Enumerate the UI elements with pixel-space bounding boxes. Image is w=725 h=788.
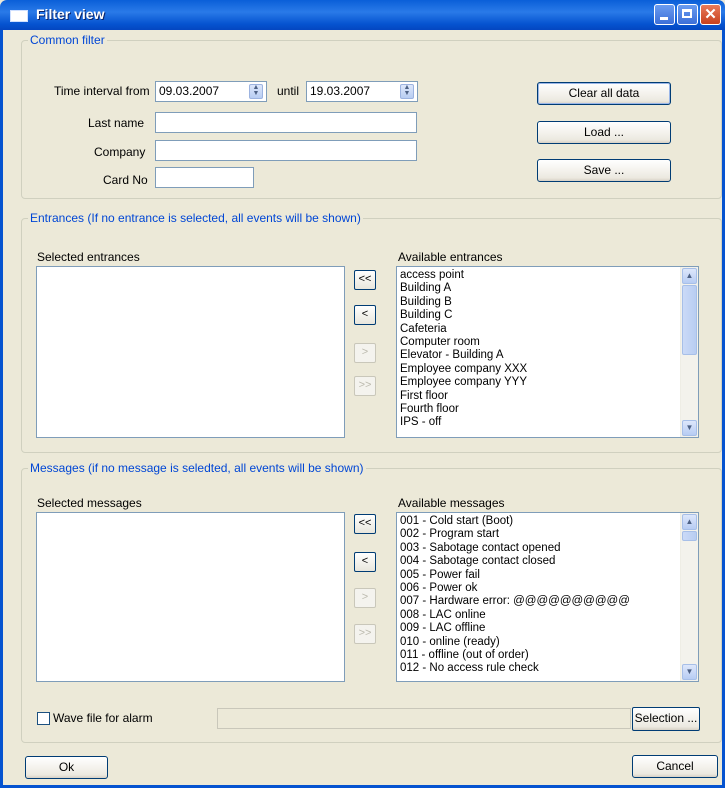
list-item[interactable]: 001 - Cold start (Boot)	[400, 515, 680, 528]
time-from-field[interactable]: 09.03.2007 ▲ ▼	[155, 81, 267, 102]
last-name-field[interactable]	[155, 112, 417, 133]
wave-file-path-field	[217, 708, 631, 729]
list-item[interactable]: Employee company YYY	[400, 376, 680, 389]
add-message-button[interactable]: <	[354, 552, 376, 572]
chevron-up-icon[interactable]: ▲	[682, 514, 697, 530]
close-icon: ✕	[704, 6, 717, 23]
time-from-value: 09.03.2007	[159, 84, 220, 98]
company-label: Company	[94, 145, 146, 159]
common-filter-legend: Common filter	[30, 33, 105, 47]
chevron-down-icon[interactable]: ▼	[682, 420, 697, 436]
list-item[interactable]: Elevator - Building A	[400, 349, 680, 362]
minimize-button[interactable]	[654, 4, 675, 25]
add-all-entrances-button[interactable]: <<	[354, 270, 376, 290]
title-bar: Filter view ✕	[0, 0, 725, 30]
remove-message-button[interactable]: >	[354, 588, 376, 608]
list-item[interactable]: Building A	[400, 282, 680, 295]
wave-file-checkbox[interactable]	[37, 712, 50, 725]
selection-button[interactable]: Selection ...	[632, 707, 700, 731]
scroll-thumb[interactable]	[682, 531, 697, 541]
time-from-label: Time interval from	[54, 84, 150, 98]
list-item[interactable]: Computer room	[400, 336, 680, 349]
wave-file-label: Wave file for alarm	[53, 711, 153, 725]
maximize-icon	[682, 9, 692, 18]
maximize-button[interactable]	[677, 4, 698, 25]
remove-entrance-button[interactable]: >	[354, 343, 376, 363]
messages-scrollbar[interactable]: ▲ ▼	[680, 513, 698, 681]
list-item[interactable]: 003 - Sabotage contact opened	[400, 542, 680, 555]
entrances-legend: Entrances (If no entrance is selected, a…	[30, 211, 361, 225]
ok-button[interactable]: Ok	[25, 756, 108, 779]
available-messages-list[interactable]: 001 - Cold start (Boot) 002 - Program st…	[396, 512, 699, 682]
add-entrance-button[interactable]: <	[354, 305, 376, 325]
until-spinner[interactable]: ▲ ▼	[400, 84, 414, 99]
list-item[interactable]: 008 - LAC online	[400, 609, 680, 622]
remove-all-entrances-button[interactable]: >>	[354, 376, 376, 396]
list-item[interactable]: Building B	[400, 296, 680, 309]
save-button[interactable]: Save ...	[537, 159, 671, 182]
list-item[interactable]: Fourth floor	[400, 403, 680, 416]
list-item[interactable]: 007 - Hardware error: @@@@@@@@@@	[400, 595, 680, 608]
add-all-messages-button[interactable]: <<	[354, 514, 376, 534]
scroll-thumb[interactable]	[682, 285, 697, 355]
window-title: Filter view	[36, 6, 105, 22]
card-no-label: Card No	[103, 173, 148, 187]
list-item[interactable]: Building C	[400, 309, 680, 322]
list-item[interactable]: 005 - Power fail	[400, 569, 680, 582]
list-item[interactable]: Employee company XXX	[400, 363, 680, 376]
list-item[interactable]: Cafeteria	[400, 323, 680, 336]
until-label: until	[277, 84, 300, 98]
selected-entrances-label: Selected entrances	[37, 250, 140, 264]
load-button[interactable]: Load ...	[537, 121, 671, 144]
list-item[interactable]: 009 - LAC offline	[400, 622, 680, 635]
chevron-up-icon[interactable]: ▲	[682, 268, 697, 284]
list-item[interactable]: access point	[400, 269, 680, 282]
clear-all-data-button[interactable]: Clear all data	[537, 82, 671, 105]
list-item[interactable]: 004 - Sabotage contact closed	[400, 555, 680, 568]
entrances-scrollbar[interactable]: ▲ ▼	[680, 267, 698, 437]
company-field[interactable]	[155, 140, 417, 161]
list-item[interactable]: 011 - offline (out of order)	[400, 649, 680, 662]
card-no-field[interactable]	[155, 167, 254, 188]
list-item[interactable]: 006 - Power ok	[400, 582, 680, 595]
available-entrances-list[interactable]: access point Building A Building B Build…	[396, 266, 699, 438]
last-name-label: Last name	[88, 116, 145, 130]
list-item[interactable]: 002 - Program start	[400, 528, 680, 541]
selected-entrances-list[interactable]	[36, 266, 345, 438]
list-item[interactable]: 012 - No access rule check	[400, 662, 680, 675]
close-button[interactable]: ✕	[700, 4, 721, 25]
list-item[interactable]: 010 - online (ready)	[400, 636, 680, 649]
selected-messages-list[interactable]	[36, 512, 345, 682]
remove-all-messages-button[interactable]: >>	[354, 624, 376, 644]
available-messages-label: Available messages	[398, 496, 505, 510]
list-item[interactable]: First floor	[400, 390, 680, 403]
minimize-icon	[660, 17, 668, 20]
window-icon	[10, 10, 28, 22]
messages-legend: Messages (if no message is seledted, all…	[30, 461, 364, 475]
until-value: 19.03.2007	[310, 84, 371, 98]
chevron-down-icon[interactable]: ▼	[682, 664, 697, 680]
cancel-button[interactable]: Cancel	[632, 755, 718, 778]
available-entrances-label: Available entrances	[398, 250, 503, 264]
selected-messages-label: Selected messages	[37, 496, 142, 510]
time-from-spinner[interactable]: ▲ ▼	[249, 84, 263, 99]
list-item[interactable]: IPS - off	[400, 416, 680, 429]
until-field[interactable]: 19.03.2007 ▲ ▼	[306, 81, 418, 102]
